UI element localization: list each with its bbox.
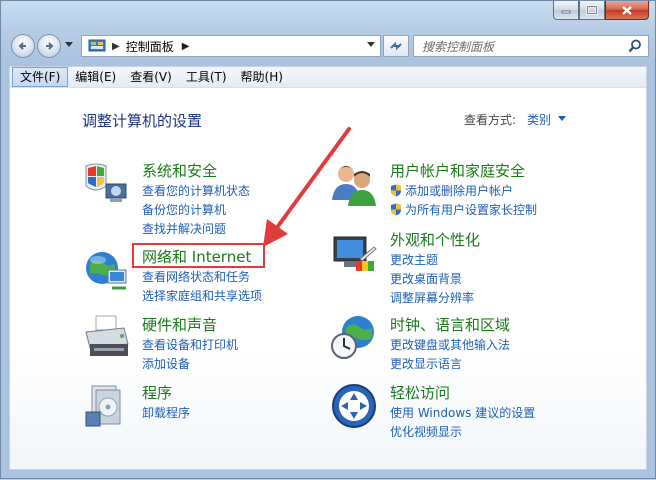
arrow-right-icon [46, 42, 54, 50]
chevron-down-icon[interactable] [558, 116, 566, 121]
address-bar[interactable]: ▶ 控制面板 ▶ [81, 35, 381, 57]
minimize-icon [561, 10, 571, 14]
ease-of-access-icon[interactable] [330, 382, 378, 430]
category-title-hardware-sound[interactable]: 硬件和声音 [142, 314, 217, 335]
category-links: 卸载程序 [142, 404, 190, 423]
category-links: 添加或删除用户帐户 为所有用户设置家长控制 [390, 182, 537, 220]
category-title-system-security[interactable]: 系统和安全 [142, 160, 217, 181]
monitor-paint-icon[interactable] [330, 229, 378, 277]
close-button[interactable] [605, 1, 649, 20]
category-links: 查看设备和打印机 添加设备 [142, 336, 238, 374]
menu-tools[interactable]: 工具(T) [179, 67, 234, 87]
breadcrumb-control-panel[interactable]: 控制面板 [126, 38, 174, 55]
link-change-display-language[interactable]: 更改显示语言 [390, 355, 510, 374]
refresh-icon [390, 41, 402, 51]
arrow-left-icon [18, 42, 26, 50]
shield-pc-icon[interactable] [82, 160, 130, 208]
link-change-theme[interactable]: 更改主题 [390, 251, 474, 270]
back-button[interactable] [11, 34, 35, 58]
menu-bar: 文件(F) 编辑(E) 查看(V) 工具(T) 帮助(H) [9, 66, 647, 88]
recent-pages-dropdown-icon[interactable] [65, 42, 73, 48]
category-links: 查看网络状态和任务 选择家庭组和共享选项 [142, 268, 262, 306]
category-title-ease-of-access[interactable]: 轻松访问 [390, 382, 450, 403]
menu-edit[interactable]: 编辑(E) [68, 67, 123, 87]
category-title-programs[interactable]: 程序 [142, 382, 172, 403]
view-by-dropdown[interactable]: 类别 [527, 111, 551, 128]
annotation-highlight-box [132, 243, 265, 268]
category-title-clock-language-region[interactable]: 时钟、语言和区域 [390, 314, 510, 335]
page-title: 调整计算机的设置 [82, 112, 203, 130]
menu-help[interactable]: 帮助(H) [234, 67, 290, 87]
search-input[interactable] [420, 37, 624, 57]
control-panel-window: ▶ 控制面板 ▶ 文件(F) 编辑(E) 查看(V) 工具(T) 帮助(H) [0, 0, 656, 479]
category-links: 使用 Windows 建议的设置 优化视频显示 [390, 404, 535, 442]
link-label: 为所有用户设置家长控制 [405, 203, 538, 217]
category-links: 查看您的计算机状态 备份您的计算机 查找并解决问题 [142, 182, 250, 239]
category-title-appearance[interactable]: 外观和个性化 [390, 229, 480, 250]
link-parental-controls[interactable]: 为所有用户设置家长控制 [390, 201, 537, 220]
link-add-device[interactable]: 添加设备 [142, 355, 238, 374]
category-links: 更改主题 更改桌面背景 调整屏幕分辨率 [390, 251, 474, 308]
programs-icon[interactable] [82, 382, 130, 430]
link-troubleshoot[interactable]: 查找并解决问题 [142, 220, 250, 239]
minimize-button[interactable] [553, 1, 579, 20]
uac-shield-icon [391, 203, 401, 216]
content-area: 调整计算机的设置 查看方式: 类别 系统和安全 查看您的计算机状态 备份您的计算… [9, 88, 647, 470]
link-optimize-visual-display[interactable]: 优化视频显示 [390, 423, 535, 442]
menu-view[interactable]: 查看(V) [123, 67, 179, 87]
link-homegroup-sharing[interactable]: 选择家庭组和共享选项 [142, 287, 262, 306]
link-devices-printers[interactable]: 查看设备和打印机 [142, 336, 238, 355]
link-adjust-resolution[interactable]: 调整屏幕分辨率 [390, 289, 474, 308]
link-add-remove-accounts[interactable]: 添加或删除用户帐户 [390, 182, 537, 201]
search-box[interactable] [413, 35, 649, 57]
link-change-input-method[interactable]: 更改键盘或其他输入法 [390, 336, 510, 355]
maximize-icon [586, 5, 598, 15]
breadcrumb-separator-icon[interactable]: ▶ [112, 41, 120, 52]
menu-file[interactable]: 文件(F) [12, 67, 69, 87]
category-links: 更改键盘或其他输入法 更改显示语言 [390, 336, 510, 374]
close-icon [622, 5, 632, 15]
clock-globe-icon[interactable] [330, 314, 378, 362]
link-change-desktop-background[interactable]: 更改桌面背景 [390, 270, 474, 289]
category-title-user-accounts[interactable]: 用户帐户和家庭安全 [390, 160, 525, 181]
link-view-computer-status[interactable]: 查看您的计算机状态 [142, 182, 250, 201]
breadcrumb-separator-icon[interactable]: ▶ [182, 41, 190, 52]
control-panel-icon [88, 39, 106, 52]
forward-button[interactable] [37, 34, 61, 58]
network-globe-icon[interactable] [82, 246, 130, 294]
link-uninstall-program[interactable]: 卸载程序 [142, 404, 190, 423]
printer-icon[interactable] [82, 314, 130, 362]
link-view-network-status[interactable]: 查看网络状态和任务 [142, 268, 262, 287]
caption-buttons [553, 1, 649, 20]
chevron-down-icon[interactable] [366, 41, 376, 49]
link-windows-recommended-settings[interactable]: 使用 Windows 建议的设置 [390, 404, 535, 423]
search-icon[interactable] [628, 39, 642, 53]
maximize-button[interactable] [579, 1, 605, 20]
users-icon[interactable] [330, 160, 378, 208]
link-label: 添加或删除用户帐户 [405, 184, 514, 198]
view-by-label: 查看方式: [464, 113, 517, 127]
uac-shield-icon [391, 184, 401, 197]
navigation-bar: ▶ 控制面板 ▶ [9, 34, 649, 60]
link-backup-computer[interactable]: 备份您的计算机 [142, 201, 250, 220]
refresh-button[interactable] [383, 35, 409, 57]
